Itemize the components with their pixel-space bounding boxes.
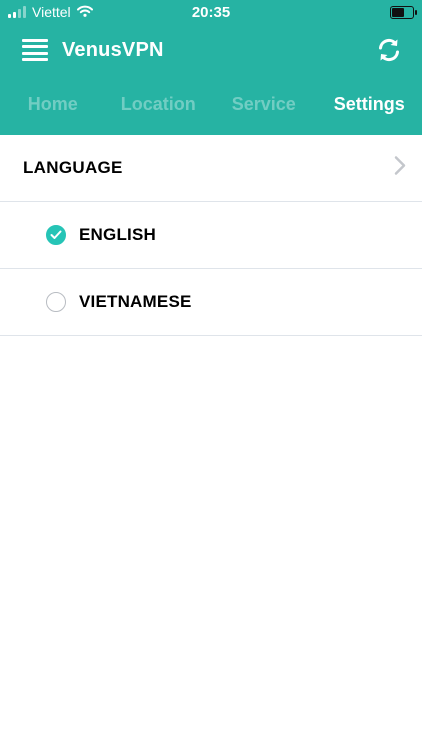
- tab-home[interactable]: Home: [0, 94, 106, 115]
- language-option-english[interactable]: ENGLISH: [0, 202, 422, 269]
- status-bar: Viettel 20:35: [0, 0, 422, 24]
- app-title: VenusVPN: [62, 38, 164, 61]
- language-option-label: ENGLISH: [79, 225, 156, 244]
- tab-service[interactable]: Service: [211, 94, 317, 115]
- language-option-label: VIETNAMESE: [79, 292, 192, 311]
- chevron-right-icon: [394, 156, 406, 181]
- language-option-vietnamese[interactable]: VIETNAMESE: [0, 269, 422, 336]
- app-bar: VenusVPN: [0, 24, 422, 76]
- app-header: Viettel 20:35 VenusVPN Home Location Ser…: [0, 0, 422, 135]
- tab-location[interactable]: Location: [106, 94, 212, 115]
- checkmark-icon: [46, 225, 66, 245]
- language-heading: LANGUAGE: [23, 158, 123, 177]
- refresh-icon[interactable]: [374, 35, 404, 65]
- radio-unchecked-icon: [46, 292, 66, 312]
- language-section-header[interactable]: LANGUAGE: [0, 135, 422, 202]
- tab-settings[interactable]: Settings: [317, 94, 422, 115]
- battery-icon: [390, 5, 417, 19]
- tab-bar: Home Location Service Settings: [0, 76, 422, 133]
- status-time: 20:35: [191, 4, 231, 21]
- menu-icon[interactable]: [22, 39, 48, 61]
